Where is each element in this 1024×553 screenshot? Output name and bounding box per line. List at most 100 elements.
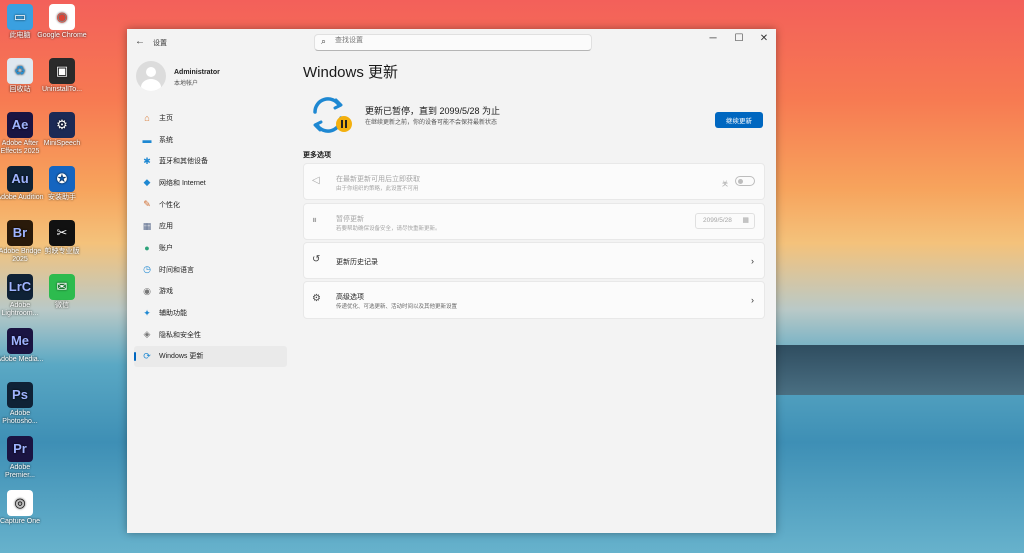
advanced-options-card[interactable]: ⚙ 高级选项 传递优化、可选更新、活动时间以及其他更新设置 ›: [303, 281, 765, 319]
capcut-icon: ✂: [49, 220, 75, 246]
sidebar-item-windows-update[interactable]: ⟳ Windows 更新: [134, 345, 287, 368]
sidebar-item-gaming[interactable]: ◉ 游戏: [134, 281, 287, 303]
recycle-bin-icon: ♻: [7, 58, 33, 84]
home-icon: ⌂: [144, 112, 150, 123]
title-bar: ← 设置 ⌕ ─ ☐ ✕: [127, 29, 776, 55]
bluetooth-icon: ✱: [143, 155, 151, 166]
pause-date-picker[interactable]: 2099/5/28 ▦: [695, 213, 755, 229]
desktop-icon-label: Google Chrome: [37, 32, 87, 39]
au-app-icon: Au: [7, 166, 33, 192]
sidebar-item-shield[interactable]: ◈ 隐私和安全性: [134, 324, 287, 346]
sidebar-item-system[interactable]: ▬ 系统: [134, 129, 287, 151]
update-paused-icon: [313, 97, 352, 133]
desktop-icon[interactable]: Me Adobe Media...: [0, 328, 46, 364]
desktop-icon[interactable]: ✂ 剪映专业版: [36, 220, 88, 256]
toggle-state-label: 关: [721, 182, 728, 188]
sidebar-item-label: Windows 更新: [159, 353, 204, 361]
search-input[interactable]: [333, 36, 577, 45]
more-options-label: 更多选项: [303, 152, 331, 159]
windows-update-icon: ⟳: [143, 350, 151, 361]
time-language-icon: ◷: [143, 264, 151, 275]
calendar-icon: ▦: [742, 217, 749, 224]
pr-app-icon: Pr: [7, 436, 33, 462]
sidebar-item-label: 游戏: [159, 288, 173, 296]
desktop-icon-label: Adobe Premier...: [5, 464, 35, 479]
chevron-right-icon: ›: [751, 256, 754, 266]
desktop-icon[interactable]: ✉ 微信: [36, 274, 88, 310]
desktop-icon-label: Capture One: [0, 518, 41, 525]
card-subtitle: 若要帮助确保设备安全，请尽快重新更新。: [336, 226, 441, 232]
get-latest-updates-toggle[interactable]: [735, 176, 755, 186]
desktop-icon[interactable]: ◉ Google Chrome: [36, 4, 88, 40]
personalization-icon: ✎: [143, 199, 151, 210]
network-icon: ◆: [143, 177, 151, 188]
sidebar-item-apps[interactable]: ▦ 应用: [134, 215, 287, 237]
desktop-icon[interactable]: ⚙ MiniSpeech: [36, 112, 88, 148]
gears-icon: ⚙: [312, 293, 321, 304]
user-name: Administrator: [174, 69, 220, 76]
pause-date-value: 2099/5/28: [703, 217, 732, 224]
card-title: 暂停更新: [336, 216, 364, 223]
minispeech-icon: ⚙: [49, 112, 75, 138]
sidebar-item-bluetooth[interactable]: ✱ 蓝牙和其他设备: [134, 150, 287, 172]
sidebar-item-time-language[interactable]: ◷ 时间和语言: [134, 259, 287, 281]
desktop-icon-label: 剪映专业版: [44, 248, 80, 255]
desktop-icon[interactable]: Ps Adobe Photosho...: [0, 382, 46, 426]
close-button[interactable]: ✕: [753, 33, 775, 44]
page-title: Windows 更新: [303, 64, 399, 81]
sidebar-item-label: 隐私和安全性: [159, 331, 201, 339]
history-icon: ↺: [312, 254, 321, 265]
sidebar-item-label: 网络和 Internet: [159, 179, 206, 187]
minimize-button[interactable]: ─: [702, 33, 724, 44]
card-title: 高级选项: [336, 294, 364, 301]
get-latest-updates-card: ◁ 在最新更新可用后立即获取 由于你组织的策略，此设置不可用 关: [303, 163, 765, 200]
me-app-icon: Me: [7, 328, 33, 354]
chevron-right-icon: ›: [751, 295, 754, 305]
ae-app-icon: Ae: [7, 112, 33, 138]
desktop-icon[interactable]: Pr Adobe Premier...: [0, 436, 46, 480]
sidebar-item-label: 个性化: [159, 201, 180, 209]
search-box[interactable]: ⌕: [314, 34, 592, 51]
chrome-icon: ◉: [49, 4, 75, 30]
desktop-icon[interactable]: ✪ 安装助手: [36, 166, 88, 202]
lrc-app-icon: LrC: [7, 274, 33, 300]
sidebar-item-personalization[interactable]: ✎ 个性化: [134, 194, 287, 216]
computer-icon: ▭: [7, 4, 33, 30]
back-arrow-icon[interactable]: ←: [135, 36, 145, 47]
sidebar-item-label: 辅助功能: [159, 310, 187, 318]
desktop-icon-label: Adobe Media...: [0, 356, 44, 363]
sidebar-item-accessibility[interactable]: ✦ 辅助功能: [134, 302, 287, 324]
megaphone-icon: ◁: [312, 175, 320, 186]
search-icon: ⌕: [321, 36, 327, 46]
uninstall-tool-icon: ▣: [49, 58, 75, 84]
capture-one-icon: ◎: [7, 490, 33, 516]
avatar[interactable]: [136, 61, 166, 91]
sidebar-item-home[interactable]: ⌂ 主页: [134, 107, 287, 129]
update-status-subtitle: 在继续更新之前，你的设备可能不会保持最新状态: [365, 120, 498, 126]
accounts-icon: ●: [144, 242, 150, 253]
wechat-icon: ✉: [49, 274, 75, 300]
sidebar-item-label: 时间和语言: [159, 266, 194, 274]
gaming-icon: ◉: [143, 285, 151, 296]
accessibility-icon: ✪: [49, 166, 75, 192]
app-title: 设置: [153, 40, 167, 47]
sidebar-item-accounts[interactable]: ● 账户: [134, 237, 287, 259]
desktop-icon[interactable]: ▣ UninstallTo...: [36, 58, 88, 94]
accessibility-icon: ✦: [143, 307, 151, 318]
pause-icon: ⏸: [312, 215, 317, 226]
sidebar-item-label: 主页: [159, 114, 173, 122]
sidebar-nav: ⌂ 主页 ▬ 系统 ✱ 蓝牙和其他设备 ◆ 网络和 Internet ✎ 个性化 ▦ 应用 ● 账户 ◷ 时间…: [134, 107, 287, 368]
continue-updates-button[interactable]: 继续更新: [715, 112, 763, 128]
desktop-icon[interactable]: ◎ Capture One: [0, 490, 46, 526]
br-app-icon: Br: [7, 220, 33, 246]
update-history-card[interactable]: ↺ 更新历史记录 ›: [303, 242, 765, 279]
system-icon: ▬: [142, 134, 152, 145]
update-status-title: 更新已暂停，直到 2099/5/28 为止: [365, 106, 501, 116]
settings-window: ← 设置 ⌕ ─ ☐ ✕ Administrator 本地帐户 ⌂ 主页 ▬ 系统 ✱ 蓝…: [127, 29, 776, 533]
desktop-icon-label: 微信: [55, 302, 69, 309]
maximize-button[interactable]: ☐: [728, 33, 750, 44]
card-subtitle: 由于你组织的策略，此设置不可用: [336, 186, 419, 192]
sidebar-item-network[interactable]: ◆ 网络和 Internet: [134, 172, 287, 194]
desktop-icon-label: MiniSpeech: [43, 140, 81, 147]
ps-app-icon: Ps: [7, 382, 33, 408]
